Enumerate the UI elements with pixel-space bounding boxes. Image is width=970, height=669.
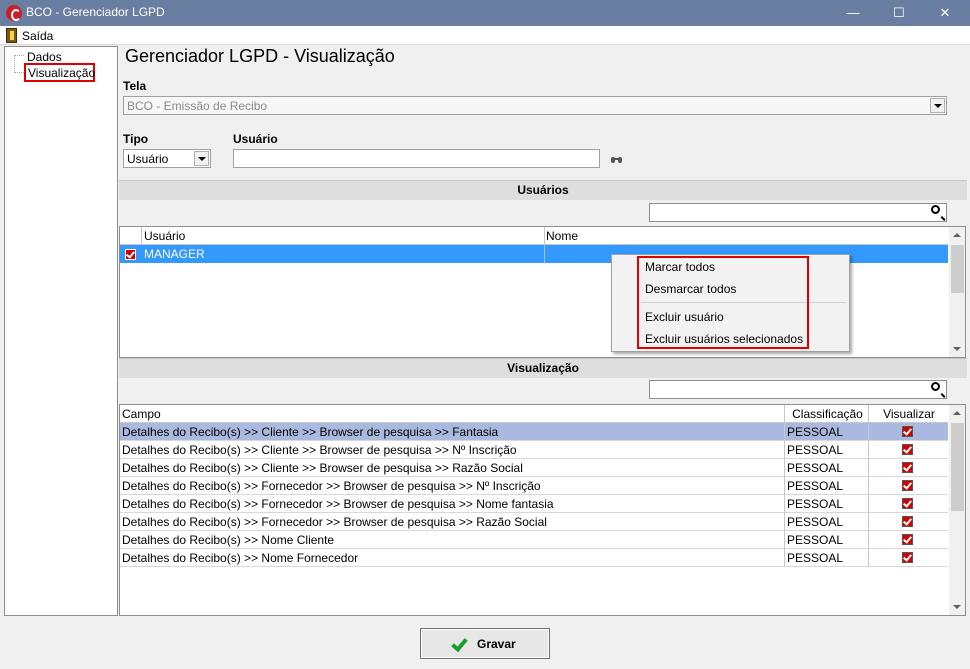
app-logo-icon: [6, 5, 22, 21]
visualizar-checkbox[interactable]: [902, 534, 913, 545]
tela-select-value: BCO - Emissão de Recibo: [127, 99, 268, 113]
column-divider: [868, 405, 869, 423]
table-row[interactable]: Detalhes do Recibo(s) >> Nome Cliente PE…: [120, 531, 948, 549]
usuarios-grid-header: Usuário Nome: [120, 227, 948, 245]
row-campo: Detalhes do Recibo(s) >> Fornecedor >> B…: [122, 497, 554, 511]
tela-label: Tela: [123, 79, 147, 93]
tree-connector: [14, 55, 15, 73]
row-classificacao: PESSOAL: [787, 515, 844, 529]
table-row[interactable]: Detalhes do Recibo(s) >> Fornecedor >> B…: [120, 495, 948, 513]
column-divider: [544, 227, 545, 245]
table-row[interactable]: Detalhes do Recibo(s) >> Cliente >> Brow…: [120, 441, 948, 459]
row-campo: Detalhes do Recibo(s) >> Fornecedor >> B…: [122, 515, 547, 529]
tree-item-visualizacao[interactable]: Visualização: [24, 63, 95, 82]
column-header-nome[interactable]: Nome: [544, 227, 844, 245]
scrollbar-thumb[interactable]: [951, 423, 964, 511]
maximize-button[interactable]: ☐: [876, 0, 922, 26]
table-row[interactable]: Detalhes do Recibo(s) >> Cliente >> Brow…: [120, 459, 948, 477]
menu-bar: [0, 26, 970, 45]
scroll-down-icon[interactable]: [953, 347, 961, 351]
column-divider: [141, 227, 142, 245]
column-header-classificacao[interactable]: Classificação: [785, 405, 868, 423]
column-divider: [868, 423, 869, 441]
visualizar-checkbox[interactable]: [902, 462, 913, 473]
page-title: Gerenciador LGPD - Visualização: [125, 46, 395, 66]
scroll-down-icon[interactable]: [953, 605, 961, 609]
tela-select[interactable]: BCO - Emissão de Recibo: [123, 96, 947, 115]
scroll-up-icon[interactable]: [953, 411, 961, 415]
visualizar-checkbox[interactable]: [902, 552, 913, 563]
row-classificacao: PESSOAL: [787, 479, 844, 493]
tipo-select-value: Usuário: [127, 152, 169, 166]
row-classificacao: PESSOAL: [787, 533, 844, 547]
visualizacao-section-header: Visualização: [119, 358, 967, 378]
row-campo: Detalhes do Recibo(s) >> Cliente >> Brow…: [122, 461, 523, 475]
column-header-campo[interactable]: Campo: [120, 405, 784, 423]
row-classificacao: PESSOAL: [787, 425, 844, 439]
tipo-label: Tipo: [123, 132, 149, 146]
window-title: BCO - Gerenciador LGPD: [26, 5, 165, 19]
close-button[interactable]: ✕: [922, 0, 968, 26]
table-row[interactable]: Detalhes do Recibo(s) >> Cliente >> Brow…: [120, 423, 948, 441]
row-usuario: MANAGER: [144, 247, 205, 261]
row-classificacao: PESSOAL: [787, 443, 844, 457]
visualizar-checkbox[interactable]: [902, 426, 913, 437]
search-icon[interactable]: [931, 205, 940, 214]
visualizar-checkbox[interactable]: [902, 498, 913, 509]
visualizacao-grid: Campo Classificação Visualizar Detalhes …: [119, 404, 966, 616]
tree-item-dados[interactable]: Dados: [27, 50, 62, 64]
usuarios-scrollbar[interactable]: [949, 227, 965, 357]
row-campo: Detalhes do Recibo(s) >> Cliente >> Brow…: [122, 443, 517, 457]
scroll-up-icon[interactable]: [953, 233, 961, 237]
row-campo: Detalhes do Recibo(s) >> Nome Cliente: [122, 533, 335, 547]
usuarios-search-input[interactable]: [649, 203, 947, 222]
visualizacao-scrollbar[interactable]: [949, 405, 965, 615]
binoculars-search-icon[interactable]: [611, 155, 623, 164]
column-divider: [868, 513, 869, 531]
usuarios-section-header: Usuários: [119, 180, 967, 200]
table-row[interactable]: Detalhes do Recibo(s) >> Fornecedor >> B…: [120, 477, 948, 495]
column-divider: [868, 495, 869, 513]
row-campo: Detalhes do Recibo(s) >> Nome Fornecedor: [122, 551, 359, 565]
scrollbar-thumb[interactable]: [951, 245, 964, 293]
visualizar-checkbox[interactable]: [902, 444, 913, 455]
row-campo: Detalhes do Recibo(s) >> Fornecedor >> B…: [122, 479, 541, 493]
minimize-button[interactable]: —: [830, 0, 876, 26]
menu-item-saida[interactable]: Saída: [22, 29, 53, 43]
usuario-input[interactable]: [233, 149, 600, 168]
tree-connector: [14, 55, 24, 56]
table-row[interactable]: Detalhes do Recibo(s) >> Fornecedor >> B…: [120, 513, 948, 531]
row-classificacao: PESSOAL: [787, 461, 844, 475]
column-divider: [868, 459, 869, 477]
chevron-down-icon[interactable]: [194, 151, 209, 166]
visualizacao-grid-header: Campo Classificação Visualizar: [120, 405, 948, 423]
row-campo: Detalhes do Recibo(s) >> Cliente >> Brow…: [122, 425, 499, 439]
row-classificacao: PESSOAL: [787, 497, 844, 511]
usuario-label: Usuário: [233, 132, 278, 146]
column-divider: [868, 477, 869, 495]
gravar-button-label: Gravar: [477, 637, 516, 651]
window-title-bar[interactable]: BCO - Gerenciador LGPD — ☐ ✕: [0, 0, 970, 26]
column-divider: [784, 405, 785, 423]
tree-connector: [14, 72, 24, 73]
column-divider: [868, 441, 869, 459]
column-header-usuario[interactable]: Usuário: [142, 227, 544, 245]
exit-door-icon[interactable]: [6, 28, 17, 43]
search-icon[interactable]: [931, 382, 940, 391]
column-divider: [868, 549, 869, 567]
visualizar-checkbox[interactable]: [902, 516, 913, 527]
navigation-tree: [4, 46, 118, 616]
visualizar-checkbox[interactable]: [902, 480, 913, 491]
tipo-select[interactable]: Usuário: [123, 149, 211, 168]
row-classificacao: PESSOAL: [787, 551, 844, 565]
row-checkbox[interactable]: [125, 249, 136, 260]
table-row[interactable]: Detalhes do Recibo(s) >> Nome Fornecedor…: [120, 549, 948, 567]
chevron-down-icon[interactable]: [930, 98, 945, 113]
annotation-highlight-box: [637, 256, 809, 349]
visualizacao-search-input[interactable]: [649, 380, 947, 399]
column-header-visualizar[interactable]: Visualizar: [868, 405, 948, 423]
column-divider: [868, 531, 869, 549]
